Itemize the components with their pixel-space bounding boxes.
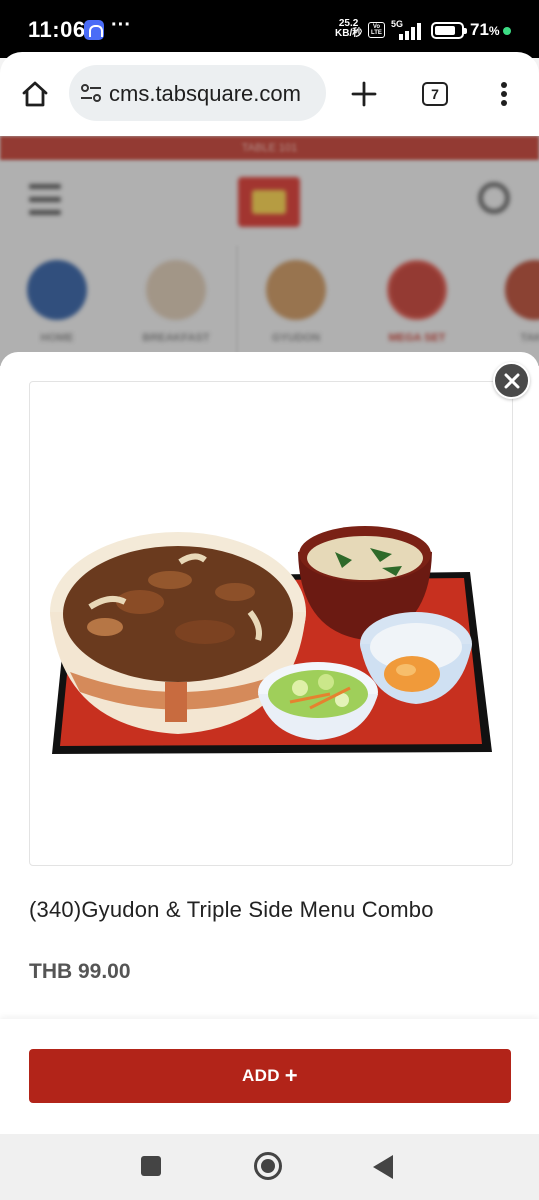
signal-icon	[399, 23, 421, 40]
recents-button[interactable]	[141, 1156, 161, 1176]
volte-icon: Vo LTE	[368, 22, 385, 38]
home-button[interactable]	[10, 52, 60, 136]
url-text[interactable]: cms.tabsquare.com	[109, 81, 301, 107]
system-navigation-bar	[0, 1134, 539, 1200]
more-vert-icon	[501, 82, 507, 106]
back-button[interactable]	[373, 1155, 393, 1179]
gyudon-combo-photo	[50, 526, 492, 754]
tab-count: 7	[422, 82, 448, 106]
privacy-indicator-dot	[503, 27, 511, 35]
battery-icon	[431, 22, 467, 39]
home-icon	[22, 81, 48, 107]
home-nav-button[interactable]	[254, 1152, 282, 1180]
address-bar[interactable]: cms.tabsquare.com	[69, 65, 326, 121]
notification-app-icon	[84, 20, 104, 40]
screen: 11:06 ··· 25.2 KB/秒 Vo LTE 5G 71% cms.ta…	[0, 0, 539, 1200]
modal-backdrop[interactable]	[0, 136, 539, 366]
product-name: (340)Gyudon & Triple Side Menu Combo	[29, 897, 434, 922]
network-speed-unit: KB/秒	[335, 28, 363, 39]
plus-icon	[351, 81, 377, 107]
more-notifications-icon: ···	[111, 14, 131, 36]
battery-percent-value: 71	[470, 20, 489, 39]
new-tab-button[interactable]	[339, 52, 389, 136]
browser-toolbar: cms.tabsquare.com 7	[0, 52, 539, 136]
close-button[interactable]	[493, 362, 530, 399]
status-bar: 11:06 ··· 25.2 KB/秒 Vo LTE 5G 71%	[0, 0, 539, 58]
site-settings-icon[interactable]	[79, 81, 103, 105]
close-icon	[504, 373, 519, 388]
tab-switcher-button[interactable]: 7	[410, 52, 460, 136]
network-speed: 25.2 KB/秒	[335, 19, 362, 39]
browser-menu-button[interactable]	[479, 52, 529, 136]
status-time: 11:06	[28, 17, 86, 42]
product-image	[29, 381, 513, 866]
battery-percent-symbol: %	[488, 24, 500, 38]
battery-percent: 71%	[470, 20, 500, 40]
product-price: THB 99.00	[29, 960, 131, 983]
add-button-label: ADD	[242, 1066, 280, 1085]
add-to-cart-button[interactable]: ADD +	[29, 1049, 511, 1103]
plus-icon: +	[284, 1063, 298, 1088]
